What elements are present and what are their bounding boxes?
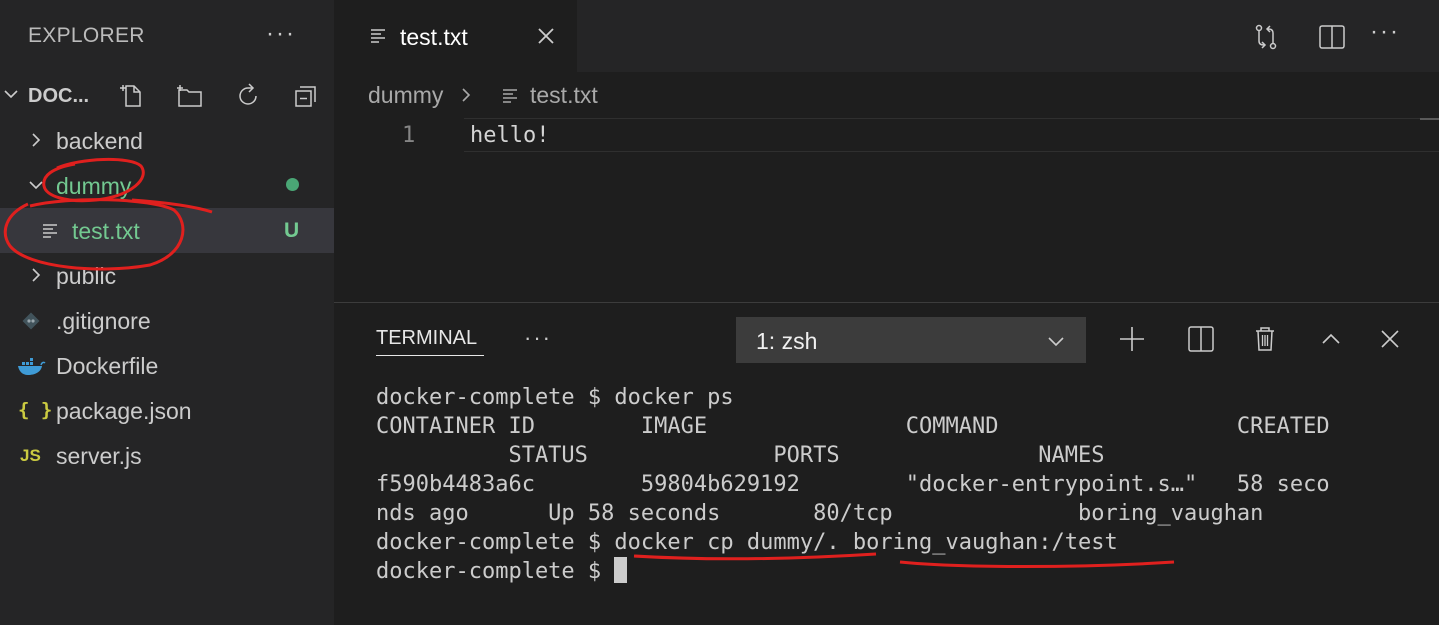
tree-item-label: backend	[56, 128, 143, 154]
tree-file-dockerfile[interactable]: Dockerfile	[0, 343, 334, 388]
explorer-sidebar: EXPLORER ··· DOC... backend dummy test.t…	[0, 0, 334, 625]
refresh-explorer-button[interactable]	[232, 80, 264, 112]
editor-more-actions-button[interactable]: ···	[1370, 18, 1402, 50]
bottom-panel: TERMINAL ··· 1: zsh docker-complete $ do…	[334, 302, 1439, 625]
breadcrumb-file[interactable]: test.txt	[530, 82, 598, 109]
terminal-prompt: docker-complete $	[376, 559, 615, 584]
modified-dot-badge	[286, 178, 299, 191]
tree-item-label: server.js	[56, 443, 142, 469]
terminal-output[interactable]: docker-complete $ docker ps CONTAINER ID …	[376, 383, 1426, 586]
docker-icon	[18, 358, 46, 375]
tree-folder-dummy[interactable]: dummy	[0, 163, 334, 208]
tab-terminal[interactable]: TERMINAL	[376, 327, 477, 350]
collapse-all-icon	[295, 86, 316, 107]
text-file-icon	[371, 29, 385, 43]
active-tab-indicator	[376, 355, 484, 356]
code-line[interactable]: hello!	[470, 123, 549, 148]
split-editor-icon[interactable]	[1316, 21, 1348, 53]
tree-item-label: dummy	[56, 173, 132, 199]
terminal-line: docker-complete $ docker cp dummy/. bori…	[376, 530, 1118, 555]
editor-tab-bar: test.txt ···	[334, 0, 1439, 72]
terminal-line: docker-complete $ docker ps	[376, 385, 734, 410]
chevron-right-icon	[32, 133, 41, 147]
terminal-line: CONTAINER ID IMAGE COMMAND CREATED	[376, 414, 1330, 439]
chevron-up-icon[interactable]	[1315, 323, 1347, 355]
chevron-right-icon	[462, 88, 471, 102]
trash-icon[interactable]	[1249, 323, 1281, 355]
tree-item-label: public	[56, 263, 117, 289]
explorer-header: EXPLORER ···	[0, 0, 334, 72]
explorer-title: EXPLORER	[28, 24, 145, 47]
text-file-icon	[503, 89, 517, 103]
explorer-more-button[interactable]: ···	[266, 20, 296, 48]
breadcrumb: dummy test.txt	[334, 72, 1439, 118]
workspace-section-label[interactable]: DOC...	[28, 85, 89, 108]
code-editor[interactable]: 1 hello!	[334, 118, 1439, 302]
line-number: 1	[402, 123, 416, 148]
scrollbar-marker	[1420, 118, 1439, 120]
chevron-down-icon	[29, 181, 43, 190]
tab-label: test.txt	[400, 24, 468, 50]
tree-file-gitignore[interactable]: .gitignore	[0, 298, 334, 343]
new-folder-icon	[177, 85, 202, 107]
current-line-highlight	[464, 118, 1439, 152]
chevron-right-icon	[32, 268, 41, 282]
terminal-line: f590b4483a6c 59804b629192 "docker-entryp…	[376, 472, 1330, 497]
tree-item-label: package.json	[56, 398, 192, 424]
tree-file-package-json[interactable]: { } package.json	[0, 388, 334, 433]
breadcrumb-folder[interactable]: dummy	[368, 82, 443, 109]
terminal-select-value: 1: zsh	[756, 328, 818, 354]
text-file-icon	[43, 224, 57, 238]
git-icon	[22, 312, 40, 330]
editor-tab-test-txt[interactable]: test.txt	[334, 0, 577, 72]
terminal-line: STATUS PORTS NAMES	[376, 443, 1105, 468]
terminal-line: nds ago Up 58 seconds 80/tcp boring_vaug…	[376, 501, 1264, 526]
untracked-status-badge: U	[284, 219, 300, 242]
tree-item-label: Dockerfile	[56, 353, 159, 379]
split-terminal-icon[interactable]	[1185, 323, 1217, 355]
chevron-down-icon[interactable]	[2, 85, 20, 103]
json-icon: { }	[18, 399, 53, 421]
terminal-cursor	[614, 557, 628, 583]
close-icon[interactable]	[534, 24, 558, 48]
panel-more-button[interactable]: ···	[524, 325, 552, 351]
collapse-folders-button[interactable]	[290, 80, 322, 112]
open-changes-icon[interactable]	[1250, 21, 1282, 53]
tree-folder-public[interactable]: public	[0, 253, 334, 298]
terminal-select-dropdown[interactable]: 1: zsh	[736, 317, 1086, 363]
terminal-prompt-line[interactable]: docker-complete $	[376, 557, 1426, 586]
new-terminal-icon[interactable]	[1116, 323, 1148, 355]
chevron-down-icon	[1048, 337, 1064, 347]
tree-folder-backend[interactable]: backend	[0, 118, 334, 163]
js-icon: JS	[20, 446, 41, 465]
close-icon[interactable]	[1374, 323, 1406, 355]
refresh-icon	[239, 83, 257, 105]
tree-item-label: .gitignore	[56, 308, 151, 334]
tree-item-label: test.txt	[72, 218, 140, 244]
new-file-icon	[120, 85, 141, 107]
new-file-button[interactable]	[116, 80, 148, 112]
new-folder-button[interactable]	[174, 80, 206, 112]
tree-file-server-js[interactable]: JS server.js	[0, 433, 334, 478]
